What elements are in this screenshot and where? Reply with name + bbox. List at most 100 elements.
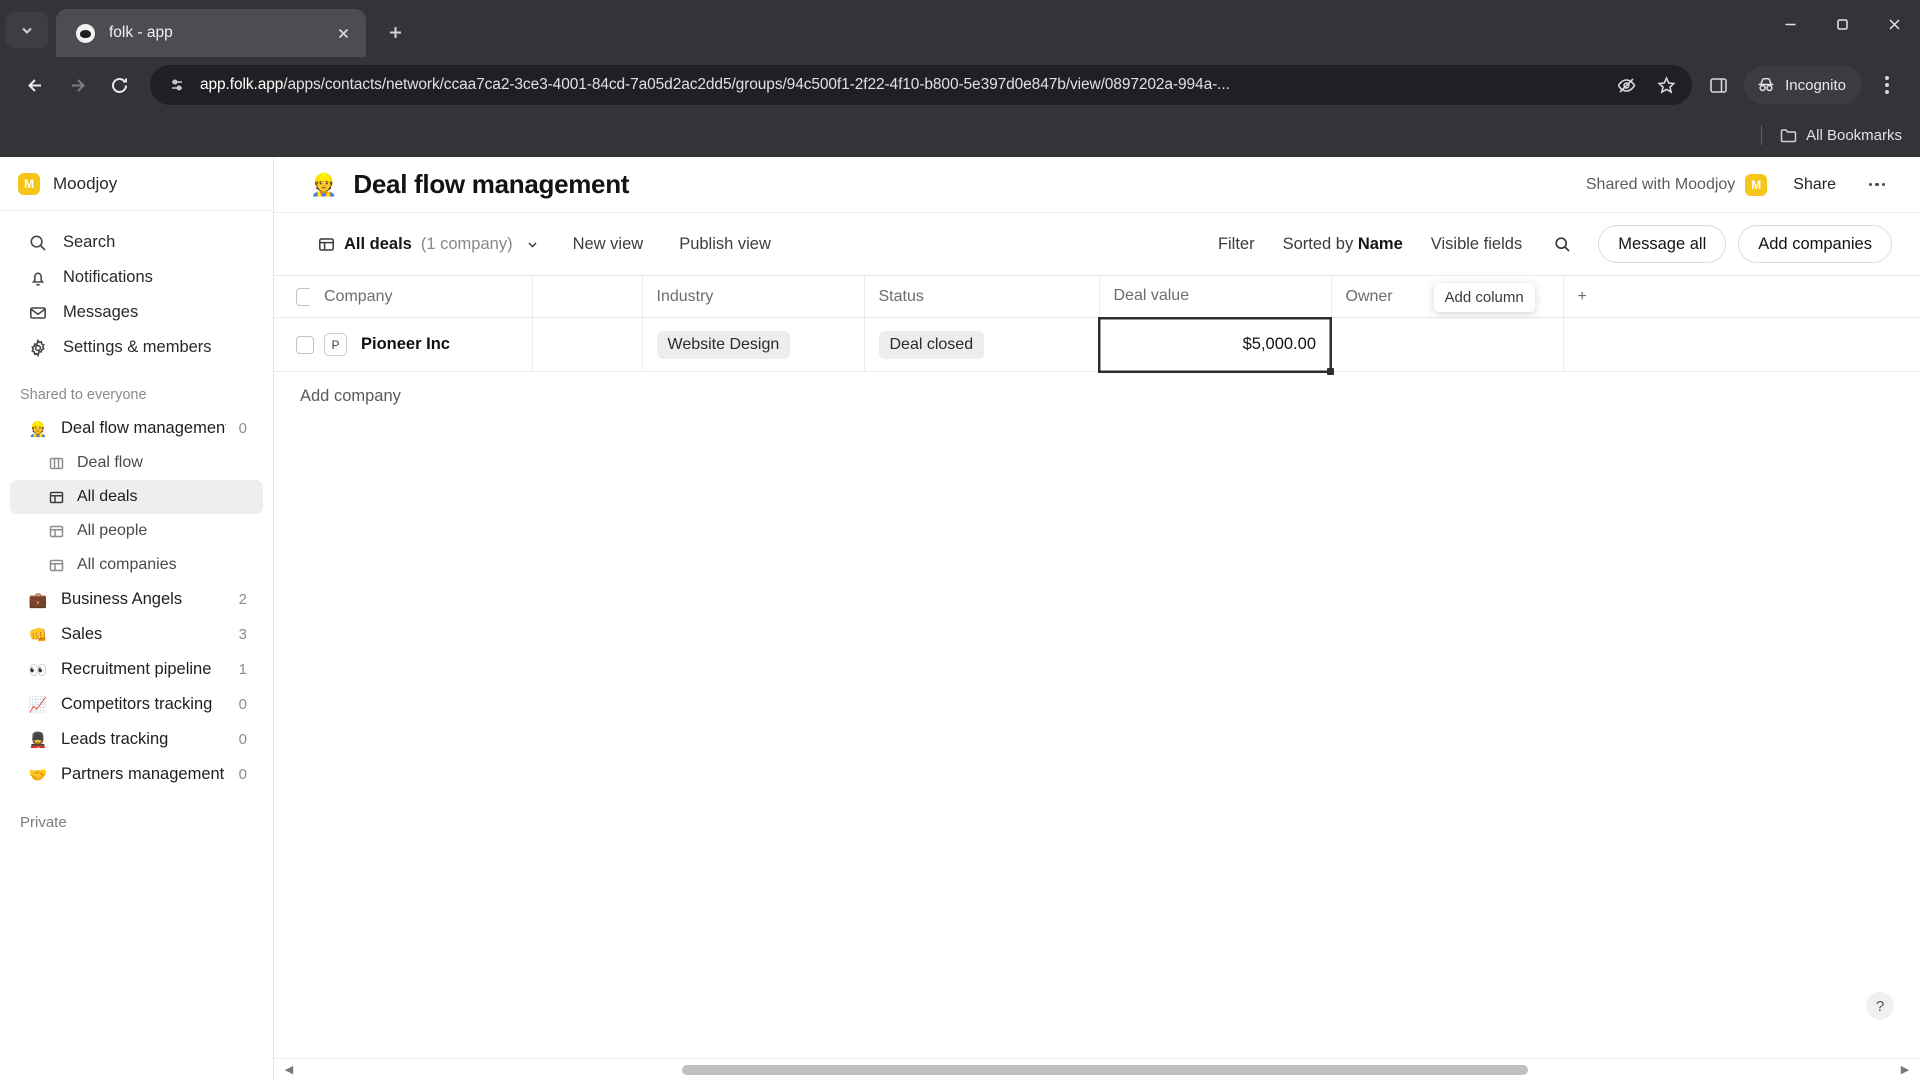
view-name: All deals [344, 234, 412, 253]
cell-blank[interactable] [532, 317, 643, 372]
table-container: Company Industry Status Deal value Owner… [274, 275, 1920, 1058]
sort-value: Name [1357, 234, 1403, 253]
back-button[interactable] [14, 64, 56, 106]
address-bar[interactable]: app.folk.app/apps/contacts/network/ccaa7… [150, 65, 1693, 105]
group-label: Competitors tracking [61, 695, 213, 713]
browser-toolbar: app.folk.app/apps/contacts/network/ccaa7… [0, 57, 1920, 113]
sidebar-group-leads-tracking[interactable]: 💂 Leads tracking 0 [10, 722, 263, 757]
cell-industry[interactable]: Website Design [642, 317, 865, 372]
group-count: 1 [238, 661, 247, 678]
sidebar-item-messages[interactable]: Messages [10, 295, 263, 330]
tab-search-button[interactable] [6, 12, 48, 48]
publish-view-button[interactable]: Publish view [669, 229, 781, 260]
minimize-button[interactable] [1764, 0, 1816, 48]
folder-icon [1780, 128, 1797, 142]
industry-tag: Website Design [656, 330, 791, 359]
table-icon [319, 237, 334, 251]
app-body: M Moodjoy Search Notifications Messages … [0, 157, 1920, 1080]
cell-company[interactable]: P Pioneer Inc [310, 317, 533, 372]
scroll-right-icon[interactable]: ▶ [1896, 1063, 1914, 1076]
construction-worker-icon: 👷 [28, 420, 48, 438]
table-icon [48, 523, 65, 540]
visible-fields-button[interactable]: Visible fields [1419, 228, 1534, 261]
close-window-button[interactable] [1868, 0, 1920, 48]
sidebar-group-partners-management[interactable]: 🤝 Partners management 0 [10, 757, 263, 792]
column-header-company[interactable]: Company [310, 275, 533, 318]
sidebar-subview-deal-flow[interactable]: Deal flow [10, 446, 263, 480]
table-row[interactable]: P Pioneer Inc Website Design Deal closed [274, 316, 1920, 376]
sidebar-subview-all-deals[interactable]: All deals [10, 480, 263, 514]
browser-tab[interactable]: folk - app [56, 9, 366, 57]
column-header-owner[interactable]: Owner Add column [1331, 275, 1564, 318]
sidebar-item-notifications[interactable]: Notifications [10, 260, 263, 295]
sidebar-item-search[interactable]: Search [10, 225, 263, 260]
horizontal-scrollbar[interactable]: ◀ ▶ [274, 1058, 1920, 1080]
page-header: 👷 Deal flow management Shared with Moodj… [274, 157, 1920, 213]
group-label: Partners management [61, 765, 225, 783]
sidebar-group-business-angels[interactable]: 💼 Business Angels 2 [10, 582, 263, 617]
cell-deal-value[interactable]: $5,000.00 [1098, 316, 1335, 376]
forward-button[interactable] [56, 64, 98, 106]
tab-title: folk - app [109, 24, 173, 41]
column-header-blank[interactable] [532, 275, 643, 318]
subview-label: All people [77, 522, 148, 539]
share-button[interactable]: Share [1783, 170, 1846, 200]
reload-button[interactable] [98, 64, 140, 106]
message-all-button[interactable]: Message all [1598, 225, 1727, 263]
sidebar-group-competitors-tracking[interactable]: 📈 Competitors tracking 0 [10, 687, 263, 722]
add-column-button[interactable]: + [1563, 275, 1607, 318]
table-icon [48, 557, 65, 574]
hide-tracking-icon[interactable] [1608, 67, 1644, 103]
subview-label: Deal flow [77, 454, 143, 471]
side-panel-icon[interactable] [1700, 67, 1736, 103]
sidebar-group-sales[interactable]: 👊 Sales 3 [10, 617, 263, 652]
add-company-button[interactable]: Add company [274, 373, 1920, 406]
column-header-industry[interactable]: Industry [642, 275, 865, 318]
new-tab-button[interactable] [378, 15, 412, 49]
url-text: app.folk.app/apps/contacts/network/ccaa7… [192, 76, 1608, 94]
incognito-indicator[interactable]: Incognito [1744, 66, 1862, 104]
column-header-status[interactable]: Status [864, 275, 1100, 318]
sidebar-group-recruitment-pipeline[interactable]: 👀 Recruitment pipeline 1 [10, 652, 263, 687]
subview-label: All companies [77, 556, 177, 573]
sidebar-subview-all-people[interactable]: All people [10, 514, 263, 548]
more-options-icon[interactable] [1862, 170, 1892, 200]
group-count: 0 [238, 731, 247, 748]
sidebar-group-deal-flow-management[interactable]: 👷 Deal flow management 0 [10, 411, 263, 446]
filter-button[interactable]: Filter [1206, 228, 1267, 261]
add-companies-button[interactable]: Add companies [1738, 225, 1892, 263]
companies-table: Company Industry Status Deal value Owner… [274, 275, 1920, 376]
all-bookmarks-button[interactable]: All Bookmarks [1780, 127, 1902, 144]
sort-prefix: Sorted by [1282, 234, 1358, 253]
cell-status[interactable]: Deal closed [864, 317, 1100, 372]
eyes-icon: 👀 [28, 661, 48, 679]
site-settings-icon[interactable] [162, 70, 192, 100]
cell-owner[interactable] [1331, 317, 1564, 372]
scrollbar-track[interactable] [298, 1064, 1896, 1076]
sidebar-subview-all-companies[interactable]: All companies [10, 548, 263, 582]
search-icon[interactable] [1544, 226, 1580, 262]
gear-icon [28, 338, 48, 357]
shared-with-indicator[interactable]: Shared with Moodjoy M [1586, 173, 1768, 196]
new-view-button[interactable]: New view [563, 229, 654, 260]
chrome-menu-icon[interactable] [1868, 66, 1906, 104]
incognito-label: Incognito [1785, 76, 1846, 94]
workspace-switcher[interactable]: M Moodjoy [0, 157, 273, 211]
maximize-button[interactable] [1816, 0, 1868, 48]
sort-button[interactable]: Sorted by Name [1271, 228, 1415, 261]
bookmark-star-icon[interactable] [1648, 67, 1684, 103]
sidebar-nav: Search Notifications Messages Settings &… [0, 211, 273, 369]
help-button[interactable]: ? [1866, 992, 1894, 1020]
workspace-name: Moodjoy [53, 173, 118, 193]
column-header-deal-value[interactable]: Deal value [1099, 275, 1332, 318]
sidebar-label: Messages [63, 303, 139, 321]
scrollbar-thumb[interactable] [681, 1064, 1529, 1075]
sidebar-label: Search [63, 233, 116, 251]
close-icon[interactable] [330, 20, 356, 46]
scroll-left-icon[interactable]: ◀ [280, 1063, 298, 1076]
briefcase-icon: 💼 [28, 591, 48, 609]
window-controls [1764, 0, 1920, 48]
sidebar-label: Settings & members [63, 338, 212, 356]
sidebar-item-settings[interactable]: Settings & members [10, 330, 263, 365]
view-selector[interactable]: All deals (1 company) [310, 229, 547, 260]
